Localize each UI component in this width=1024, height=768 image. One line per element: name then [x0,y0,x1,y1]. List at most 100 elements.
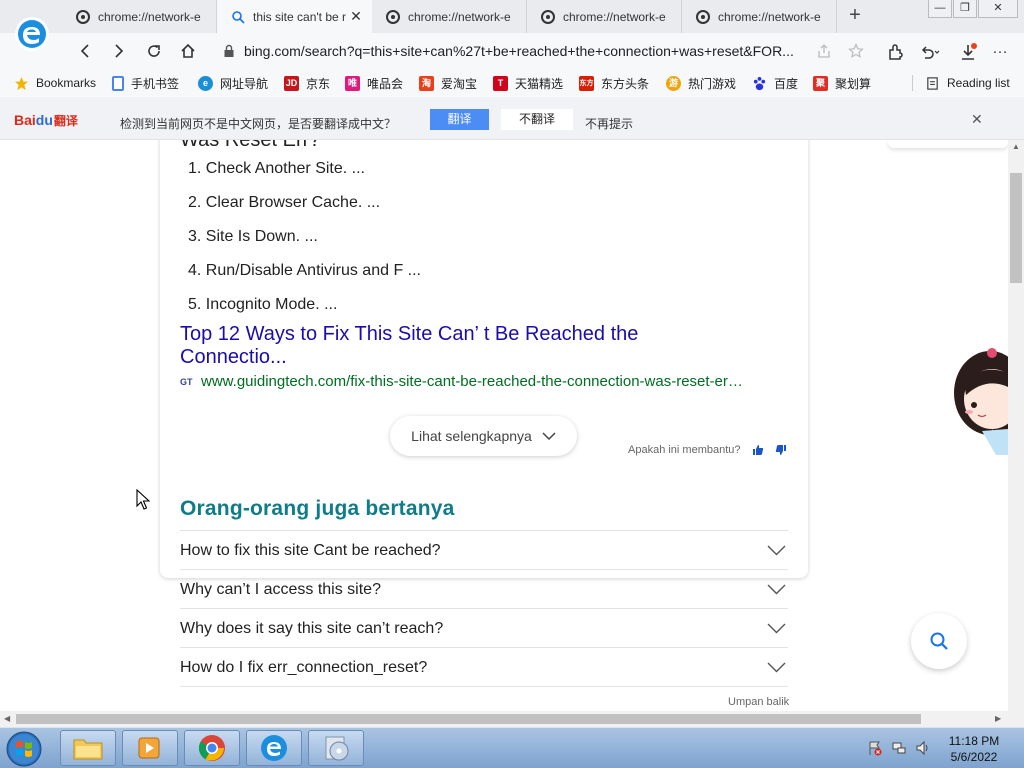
search-icon [232,10,245,24]
feedback-link[interactable]: Umpan balik [728,696,789,708]
translate-bar: Baidu翻译 检测到当前网页不是中文网页，是否要翻译成中文？ 翻译 不翻译 不… [0,97,1024,140]
scrollbar-corner [1008,711,1024,727]
bookmark-jd[interactable]: JD 京东 [284,74,330,92]
vertical-scroll-thumb[interactable] [1010,173,1022,283]
translate-button[interactable]: 翻译 [430,109,489,130]
page-content: Was Reset Err? 1. Check Another Site. ..… [0,140,1008,711]
bookmark-baidu[interactable]: 百度 [752,74,798,92]
chevron-down-icon [767,584,786,595]
bookmark-label: 东方头条 [601,76,650,91]
bookmark-nav[interactable]: e 网址导航 [198,74,268,92]
tray-alert-flag-icon[interactable] [867,740,883,756]
media-player-icon [138,737,160,759]
forward-button[interactable] [107,39,131,63]
bookmark-taobao[interactable]: 淘 爱淘宝 [419,74,477,92]
bookmark-tmall[interactable]: T 天猫精选 [493,74,563,92]
step-item: 3. Site Is Down. ... [188,228,318,245]
result-url[interactable]: GT www.guidingtech.com/fix-this-site-can… [180,373,743,390]
bookmark-bookmarks[interactable]: Bookmarks [14,74,96,92]
taskbar-chrome[interactable] [184,730,240,766]
reading-list-label: Reading list [947,76,1010,90]
bookmarks-bar: Bookmarks 手机书签 e 网址导航 JD 京东 唯 唯品会 淘 爱淘宝 … [0,69,1024,97]
guidingtech-favicon-icon: GT [180,376,193,387]
bookmark-vip[interactable]: 唯 唯品会 [345,74,403,92]
paa-question[interactable]: How to fix this site Cant be reached? [180,531,788,570]
dont-translate-button[interactable]: 不翻译 [501,109,573,130]
home-icon [181,43,195,58]
scroll-up-arrow-icon[interactable]: ▲ [1012,142,1020,151]
back-arrow-icon [80,44,89,58]
translate-message: 检测到当前网页不是中文网页，是否要翻译成中文？ [120,117,397,131]
paa-question[interactable]: Why does it say this site can’t reach? [180,609,788,648]
bookmarks-divider [912,75,913,91]
close-translate-bar-icon[interactable]: ✕ [971,111,983,128]
paa-question[interactable]: How do I fix err_connection_reset? [180,648,788,687]
bookmark-mobile[interactable]: 手机书签 [112,74,179,92]
home-button[interactable] [176,39,200,63]
start-button-windows-icon[interactable] [2,729,46,768]
result-title-link[interactable]: Top 12 Ways to Fix This Site Can’ t Be R… [180,323,720,369]
mascot-character-icon[interactable] [952,343,1008,459]
taskbar-browser[interactable] [246,730,302,766]
extensions-icon[interactable] [886,42,906,62]
favorite-star-icon[interactable] [848,43,864,59]
horizontal-scrollbar[interactable]: ◀ ▶ [0,711,1008,727]
close-tab-icon[interactable]: ✕ [346,8,366,25]
vip-icon: 唯 [345,75,360,91]
tab-bing-search[interactable]: this site can't be r ✕ [217,0,372,33]
browser-logo-icon [261,735,287,761]
tab-network-4[interactable]: chrome://network-e [682,0,837,33]
menu-icon[interactable]: ··· [990,42,1010,62]
paa-question-text: Why can’t I access this site? [180,580,381,598]
paa-question-text: How do I fix err_connection_reset? [180,658,428,676]
ie-icon: e [198,75,213,91]
paa-question-text: How to fix this site Cant be reached? [180,541,441,559]
juhuasuan-icon: 聚 [813,75,828,91]
restore-button[interactable]: ❐ [953,0,977,18]
bookmark-label: 手机书签 [131,76,180,91]
bookmark-label: 天猫精选 [515,76,564,91]
bookmark-games[interactable]: 游 热门游戏 [666,74,736,92]
bookmark-label: 百度 [774,76,799,91]
minimize-button[interactable]: — [928,0,952,18]
see-more-button[interactable]: Lihat selengkapnya [390,416,577,456]
game-icon: 游 [666,75,681,91]
taskbar-media-player[interactable] [122,730,178,766]
thumbs-up-icon[interactable] [752,444,764,456]
tab-network-3[interactable]: chrome://network-e [527,0,682,33]
never-show-button[interactable]: 不再提示 [585,115,633,132]
step-item: 1. Check Another Site. ... [188,160,365,177]
reload-button[interactable] [142,39,166,63]
vertical-scrollbar[interactable]: ▲ [1008,140,1024,711]
taskbar-file-explorer[interactable] [60,730,116,766]
search-fab-button[interactable] [911,613,967,669]
taskbar-disc-tool[interactable] [308,730,364,766]
scroll-right-arrow-icon[interactable]: ▶ [995,714,1001,723]
chrome-page-icon [541,9,555,24]
mouse-cursor-icon [136,489,150,510]
tab-network-1[interactable]: chrome://network-e [62,0,217,33]
bookmark-toutiao[interactable]: 东方 东方头条 [579,74,649,92]
paa-question[interactable]: Why can’t I access this site? [180,570,788,609]
scroll-left-arrow-icon[interactable]: ◀ [4,714,10,723]
close-window-button[interactable]: ✕ [978,0,1018,18]
tab-network-2[interactable]: chrome://network-e [372,0,527,33]
thumbs-down-icon[interactable] [775,444,787,456]
tray-volume-icon[interactable] [915,740,931,756]
undo-dropdown-icon[interactable] [920,42,940,62]
taskbar-clock[interactable]: 11:18 PM 5/6/2022 [936,733,1012,765]
baidu-translate-logo: Baidu翻译 [14,112,78,129]
bookmark-juhuasuan[interactable]: 聚 聚划算 [813,74,871,92]
reading-list-button[interactable]: Reading list [925,74,1010,92]
people-also-ask-title: Orang-orang juga bertanya [180,497,455,520]
download-icon[interactable] [958,42,978,62]
clock-date: 5/6/2022 [950,750,998,764]
address-bar[interactable]: bing.com/search?q=this+site+can%27t+be+r… [212,37,872,65]
toutiao-icon: 东方 [579,75,594,91]
back-button[interactable] [73,39,97,63]
new-tab-button[interactable]: + [845,5,865,25]
share-icon[interactable] [816,43,832,59]
horizontal-scroll-thumb[interactable] [16,714,921,724]
tray-network-icon[interactable] [891,740,907,756]
step-item: 5. Incognito Mode. ... [188,296,338,313]
